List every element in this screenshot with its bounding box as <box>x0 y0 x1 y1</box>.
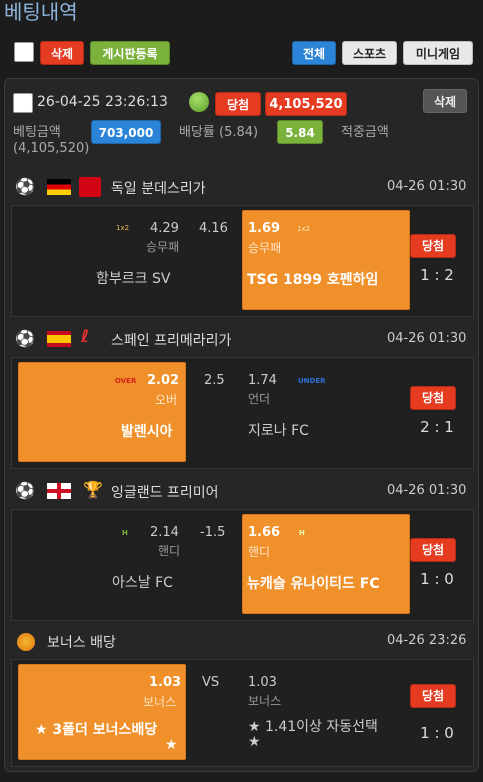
market-mark: OVER <box>115 377 137 385</box>
away-pick-selected[interactable]: 1.66 H 핸디 뉴캐슬 유나이티드 FC <box>242 514 410 614</box>
spain-flag-icon <box>47 331 71 347</box>
league-row: ⚽ 독일 분데스리가 04-26 01:30 <box>9 175 476 201</box>
home-team: 아스날 FC <box>112 575 173 591</box>
status-dot-icon <box>189 92 209 112</box>
line-value: 2.5 <box>204 373 225 388</box>
away-team: 뉴캐슬 유나이티드 FC <box>247 576 380 592</box>
vs-label: VS <box>202 675 220 690</box>
league-row: ⚽ ℓ 스페인 프리메라리가 04-26 01:30 <box>9 327 476 353</box>
bonus-home-line1: ★ 3폴더 보너스배당 <box>35 722 158 738</box>
game-row: H 2.14 핸디 아스날 FC -1.5 1.66 H 핸디 뉴캐슬 유나이티… <box>11 509 474 621</box>
game-row: 1x2 4.29 승무패 함부르크 SV 4.16 1.69 1x2 승무패 T… <box>11 205 474 317</box>
bonus-home-line2: ★ <box>165 737 178 753</box>
soccer-ball-icon: ⚽ <box>15 481 35 500</box>
rate-badge: 5.84 <box>277 120 323 144</box>
win-label: 적중금액 <box>341 125 389 140</box>
home-team: 발렌시아 <box>121 424 173 440</box>
amount-badge: 703,000 <box>91 120 161 144</box>
result-badge: 당첨 <box>410 684 456 708</box>
soccer-ball-icon: ⚽ <box>15 177 35 196</box>
bet-checkbox[interactable] <box>13 93 33 113</box>
score: 2 : 1 <box>420 418 454 436</box>
over-odds: 2.02 <box>147 373 180 388</box>
league-row: ⚽ 🏆 잉글랜드 프리미어 04-26 01:30 <box>9 479 476 505</box>
page-title: 베팅내역 <box>4 0 78 24</box>
board-register-button[interactable]: 게시판등록 <box>90 41 170 65</box>
bonus-odds: 1.03 <box>149 675 182 690</box>
market-mark: 1x2 <box>116 224 130 232</box>
home-odds: 4.29 <box>150 221 179 236</box>
market-mark: UNDER <box>298 377 326 385</box>
bet-datetime: 26-04-25 23:26:13 <box>37 94 168 110</box>
bonus-away-line2: ★ <box>248 734 261 750</box>
bet-status-badge: 당첨 <box>215 92 261 116</box>
under-market: 언더 <box>248 392 271 406</box>
league-name: 잉글랜드 프리미어 <box>111 485 219 501</box>
germany-flag-icon <box>47 179 71 195</box>
select-all-checkbox[interactable] <box>14 42 34 62</box>
away-market: 승무패 <box>248 241 282 255</box>
win-amount: (4,105,520) <box>13 141 90 156</box>
bet-header: 26-04-25 23:26:13 당첨 4,105,520 삭제 베팅금액 7… <box>5 79 478 161</box>
toolbar: 삭제 게시판등록 전체 스포츠 미니게임 <box>10 39 473 67</box>
score: 1 : 2 <box>420 266 454 284</box>
home-team: 함부르크 SV <box>96 271 171 287</box>
away-team: 지로나 FC <box>248 423 309 439</box>
away-team: TSG 1899 호펜하임 <box>247 272 379 288</box>
score: 1 : 0 <box>420 724 454 742</box>
over-market: 오버 <box>155 393 178 407</box>
over-pick-selected[interactable]: OVER 2.02 오버 발렌시아 <box>18 362 186 462</box>
england-flag-icon <box>47 483 71 499</box>
score: 1 : 0 <box>420 570 454 588</box>
rate-label: 배당률 (5.84) <box>179 125 259 140</box>
home-market: 승무패 <box>146 240 180 254</box>
away-odds: 1.66 <box>248 525 281 540</box>
bonus-market-right: 보너스 <box>248 694 282 708</box>
league-name: 보너스 배당 <box>47 635 116 651</box>
market-mark: 1x2 <box>297 225 311 233</box>
bet-card: 26-04-25 23:26:13 당첨 4,105,520 삭제 베팅금액 7… <box>4 78 479 772</box>
away-pick-selected[interactable]: 1.69 1x2 승무패 TSG 1899 호펜하임 <box>242 210 410 310</box>
tab-minigame[interactable]: 미니게임 <box>403 41 473 65</box>
delete-button[interactable]: 삭제 <box>40 41 84 65</box>
away-market: 핸디 <box>248 545 271 559</box>
amount-label: 베팅금액 <box>13 125 61 140</box>
tab-all[interactable]: 전체 <box>292 41 336 65</box>
result-badge: 당첨 <box>410 234 456 258</box>
laliga-logo-icon: ℓ <box>81 327 90 347</box>
game-row: 1.03 보너스 ★ 3폴더 보너스배당 ★ VS 1.03 보너스 ★ 1.4… <box>11 659 474 767</box>
home-odds: 2.14 <box>150 525 179 540</box>
market-mark: H <box>299 529 305 537</box>
tab-sports[interactable]: 스포츠 <box>342 41 397 65</box>
bonus-market: 보너스 <box>143 695 177 709</box>
league-name: 스페인 프리메라리가 <box>111 333 232 349</box>
result-badge: 당첨 <box>410 386 456 410</box>
market-mark: H <box>122 529 128 537</box>
bonus-odds-right: 1.03 <box>248 675 277 690</box>
bonus-away-line1: ★ 1.41이상 자동선택 <box>248 719 378 735</box>
league-row: 보너스 배당 04-26 23:26 <box>9 629 476 655</box>
game-time: 04-26 01:30 <box>387 179 467 194</box>
game-row: OVER 2.02 오버 발렌시아 2.5 1.74 UNDER 언더 지로나 … <box>11 357 474 469</box>
soccer-ball-icon: ⚽ <box>15 329 35 348</box>
result-badge: 당첨 <box>410 538 456 562</box>
bet-delete-button[interactable]: 삭제 <box>423 89 467 113</box>
league-name: 독일 분데스리가 <box>111 181 206 197</box>
home-market: 핸디 <box>158 544 181 558</box>
draw-odds: 4.16 <box>199 221 228 236</box>
game-time: 04-26 23:26 <box>387 633 467 648</box>
payout-badge: 4,105,520 <box>265 92 347 116</box>
trophy-icon: 🏆 <box>83 480 103 499</box>
under-odds: 1.74 <box>248 373 277 388</box>
handicap-value: -1.5 <box>200 525 226 540</box>
bonus-star-icon <box>17 633 35 651</box>
bundesliga-logo-icon <box>79 177 101 197</box>
away-odds: 1.69 <box>248 221 281 236</box>
game-time: 04-26 01:30 <box>387 483 467 498</box>
bonus-pick-selected[interactable]: 1.03 보너스 ★ 3폴더 보너스배당 ★ <box>18 664 186 760</box>
game-time: 04-26 01:30 <box>387 331 467 346</box>
